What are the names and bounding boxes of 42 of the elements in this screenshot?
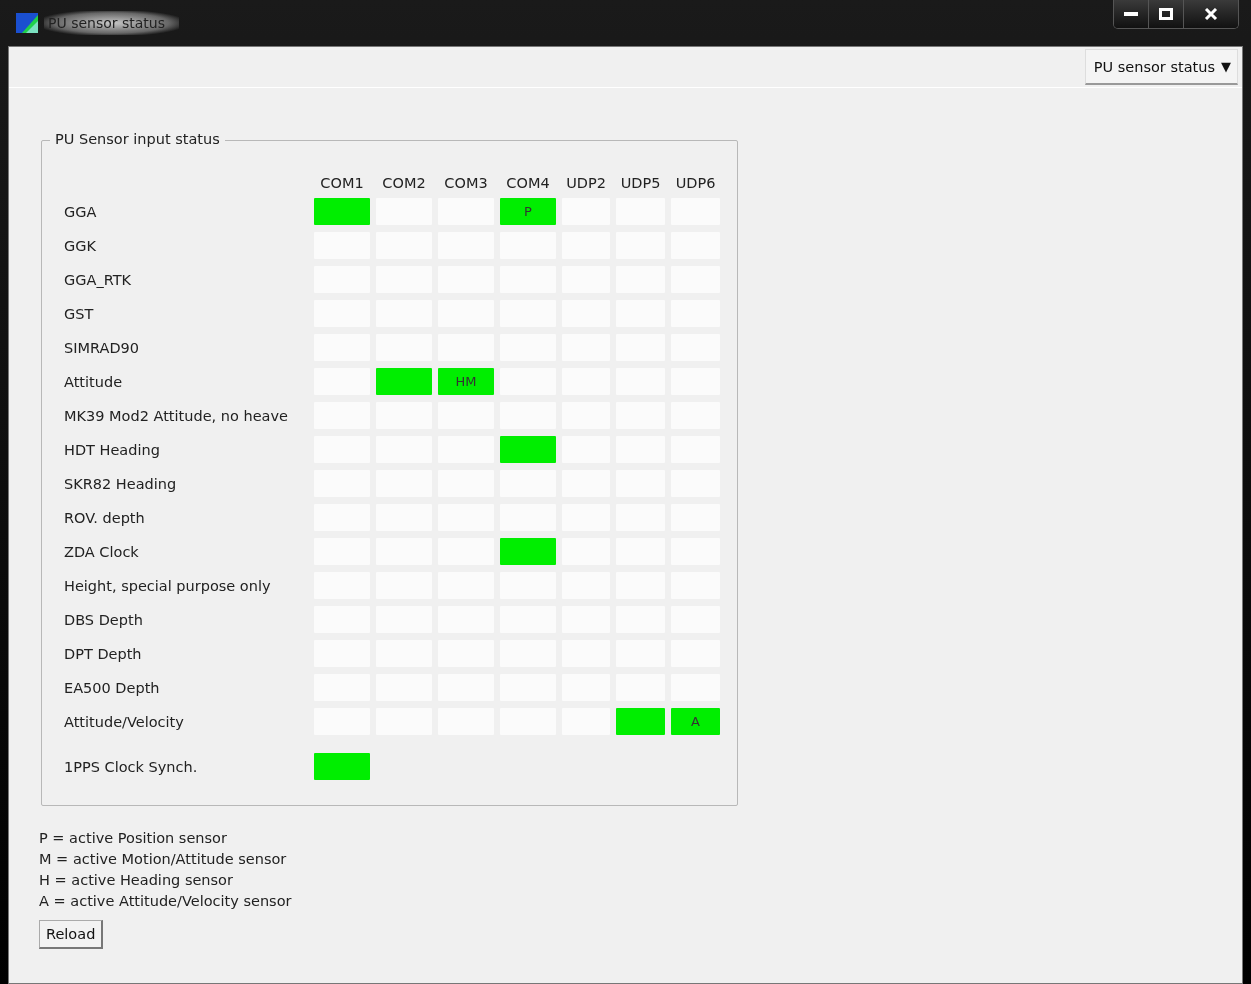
row-label: GGK — [64, 237, 97, 254]
row-label: ZDA Clock — [64, 543, 140, 560]
column-header: COM1 — [319, 175, 365, 191]
row-label: EA500 Depth — [64, 679, 161, 696]
legend-text: A = active Attitude/Velocity sensor — [39, 893, 293, 909]
column-header: COM4 — [505, 175, 551, 191]
column-header: COM2 — [381, 175, 427, 191]
row-label: HDT Heading — [64, 441, 161, 458]
group-title: PU Sensor input status — [50, 131, 225, 147]
status-cell: P — [500, 198, 556, 225]
column-header: UDP2 — [565, 175, 607, 191]
row-label: GST — [64, 305, 95, 322]
legend-text: P = active Position sensor — [39, 830, 228, 846]
row-label: SKR82 Heading — [64, 475, 178, 492]
column-header: COM3 — [443, 175, 489, 191]
close-button[interactable] — [1183, 0, 1238, 28]
view-dropdown[interactable]: PU sensor status ▼ — [1084, 49, 1238, 85]
row-label: Height, special purpose only — [64, 577, 272, 594]
maximize-icon — [1159, 8, 1173, 20]
app-icon — [16, 13, 38, 33]
row-label: SIMRAD90 — [64, 339, 140, 356]
row-label: DPT Depth — [64, 645, 143, 662]
maximize-button[interactable] — [1148, 0, 1183, 28]
row-label: MK39 Mod2 Attitude, no heave — [64, 407, 289, 424]
status-cell: HM — [438, 368, 494, 395]
row-label: 1PPS Clock Synch. — [64, 758, 199, 775]
status-cell: A — [671, 708, 720, 735]
row-label: DBS Depth — [64, 611, 144, 628]
row-label: GGA_RTK — [64, 271, 133, 288]
column-header: UDP5 — [619, 175, 662, 191]
reload-button[interactable]: Reload — [39, 920, 104, 949]
row-label: Attitude/Velocity — [64, 713, 185, 730]
row-label: GGA — [64, 203, 98, 220]
column-header: UDP6 — [674, 175, 717, 191]
legend-text: M = active Motion/Attitude sensor — [39, 851, 288, 867]
minimize-icon — [1124, 11, 1138, 17]
minimize-button[interactable] — [1114, 0, 1148, 28]
window-title: PU sensor status — [44, 11, 179, 35]
legend-text: H = active Heading sensor — [39, 872, 234, 888]
close-icon — [1204, 8, 1218, 20]
row-label: Attitude — [64, 373, 124, 390]
row-label: ROV. depth — [64, 509, 146, 526]
